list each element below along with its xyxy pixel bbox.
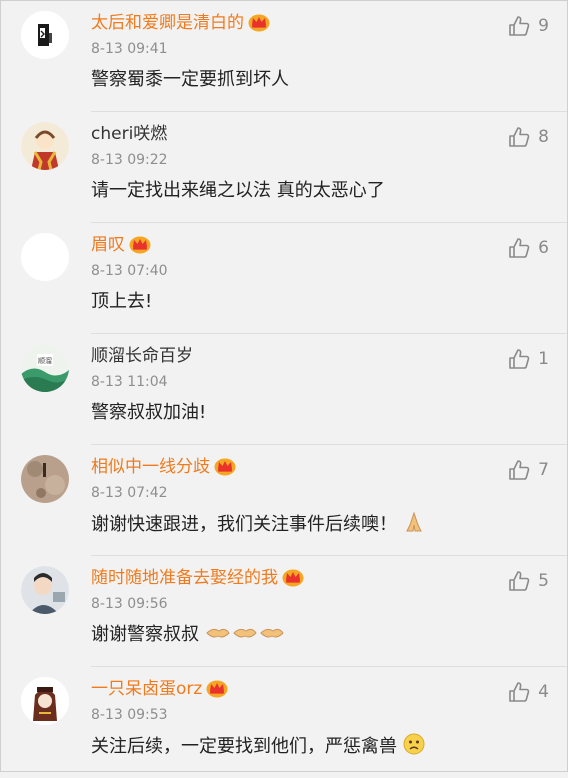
- comment-list: 太后和爱卿是清白的 8-13 09:41 警察蜀黍一定要抓到坏人 9 cheri…: [0, 0, 568, 772]
- hooded-figure-icon: [21, 677, 69, 725]
- avatar[interactable]: [21, 122, 69, 170]
- photo-avatar-icon: [21, 566, 69, 614]
- like-button[interactable]: 5: [508, 568, 549, 594]
- avatar[interactable]: [21, 677, 69, 725]
- comment-item: 太后和爱卿是清白的 8-13 09:41 警察蜀黍一定要抓到坏人 9: [1, 1, 567, 112]
- username[interactable]: 眉叹: [91, 233, 151, 261]
- comment-time: 8-13 09:53: [91, 707, 168, 723]
- like-count: 5: [538, 571, 549, 591]
- textured-avatar-icon: [21, 455, 69, 503]
- avatar[interactable]: [21, 233, 69, 281]
- pray-icon: [403, 511, 425, 541]
- like-button[interactable]: 8: [508, 124, 549, 150]
- comment-item: 随时随地准备去娶经的我 8-13 09:56 谢谢警察叔叔 5: [1, 556, 567, 667]
- vip-crown-icon: [282, 567, 304, 594]
- like-button[interactable]: 1: [508, 346, 549, 372]
- like-count: 7: [538, 460, 549, 480]
- comment-text: 谢谢警察叔叔: [91, 622, 285, 651]
- vip-crown-icon: [206, 678, 228, 705]
- thumbs-up-icon: [509, 571, 530, 591]
- vip-crown-icon: [214, 456, 236, 483]
- like-button[interactable]: 7: [508, 457, 549, 483]
- avatar[interactable]: [21, 455, 69, 503]
- comment-text: 警察叔叔加油!: [91, 402, 207, 423]
- like-count: 6: [538, 238, 549, 258]
- like-button[interactable]: 6: [508, 235, 549, 261]
- like-button[interactable]: 9: [508, 13, 549, 39]
- thumbs-up-icon: [509, 460, 530, 480]
- scarf-cartoon-icon: [21, 122, 69, 170]
- username[interactable]: 太后和爱卿是清白的: [91, 11, 270, 39]
- thumbs-up-icon: [509, 349, 530, 369]
- like-count: 8: [538, 127, 549, 147]
- comment-time: 8-13 07:40: [91, 263, 168, 279]
- comment-item: 眉叹 8-13 07:40 顶上去! 6: [1, 223, 567, 334]
- avatar[interactable]: 顺溜: [21, 344, 69, 392]
- username[interactable]: 一只呆卤蛋orz: [91, 677, 228, 705]
- username[interactable]: 顺溜长命百岁: [91, 344, 193, 368]
- sad-face-icon: [403, 733, 425, 763]
- like-count: 4: [538, 682, 549, 702]
- comment-time: 8-13 11:04: [91, 374, 168, 390]
- comment-text: 请一定找出来绳之以法 真的太恶心了: [91, 180, 385, 201]
- vip-crown-icon: [248, 12, 270, 39]
- comment-item: 相似中一线分歧 8-13 07:42 谢谢快速跟进，我们关注事件后续噢！ 7: [1, 445, 567, 556]
- comment-text: 顶上去!: [91, 291, 153, 312]
- like-count: 1: [538, 349, 549, 369]
- blank-avatar-icon: [21, 233, 69, 281]
- avatar[interactable]: [21, 566, 69, 614]
- comment-text: 关注后续，一定要找到他们，严惩禽兽: [91, 733, 425, 763]
- comment-text: 谢谢快速跟进，我们关注事件后续噢！: [91, 511, 425, 541]
- comment-item: cheri咲燃 8-13 09:22 请一定找出来绳之以法 真的太恶心了 8: [1, 112, 567, 223]
- avatar[interactable]: [21, 11, 69, 59]
- comment-item: 一只呆卤蛋orz 8-13 09:53 关注后续，一定要找到他们，严惩禽兽 4: [1, 667, 567, 778]
- thumbs-up-icon: [509, 127, 530, 147]
- landscape-icon: 顺溜: [21, 344, 69, 392]
- comment-time: 8-13 09:22: [91, 152, 168, 168]
- vip-crown-icon: [129, 234, 151, 261]
- comment-time: 8-13 07:42: [91, 485, 168, 501]
- comment-time: 8-13 09:56: [91, 596, 168, 612]
- svg-text:顺溜: 顺溜: [38, 356, 52, 365]
- username[interactable]: 随时随地准备去娶经的我: [91, 566, 304, 594]
- thumbs-up-icon: [509, 16, 530, 36]
- like-count: 9: [538, 16, 549, 36]
- like-button[interactable]: 4: [508, 679, 549, 705]
- username[interactable]: cheri咲燃: [91, 122, 167, 146]
- comment-text: 警察蜀黍一定要抓到坏人: [91, 69, 289, 90]
- ink-portrait-icon: [21, 11, 69, 59]
- handshake-icon: [205, 623, 285, 651]
- username[interactable]: 相似中一线分歧: [91, 455, 236, 483]
- thumbs-up-icon: [509, 238, 530, 258]
- comment-time: 8-13 09:41: [91, 41, 168, 57]
- thumbs-up-icon: [509, 682, 530, 702]
- comment-item: 顺溜 顺溜长命百岁 8-13 11:04 警察叔叔加油! 1: [1, 334, 567, 445]
